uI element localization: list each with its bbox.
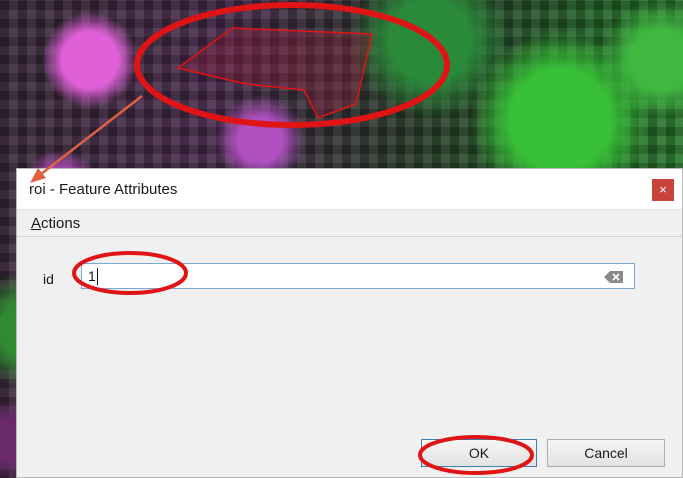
cancel-button[interactable]: Cancel bbox=[547, 439, 665, 467]
ok-button[interactable]: OK bbox=[421, 439, 537, 467]
clear-text-icon[interactable] bbox=[604, 271, 624, 283]
close-icon: × bbox=[659, 182, 667, 197]
dialog-titlebar[interactable]: roi - Feature Attributes × bbox=[17, 169, 682, 210]
text-caret bbox=[97, 268, 98, 285]
menu-actions[interactable]: Actions bbox=[31, 215, 80, 232]
close-button[interactable]: × bbox=[652, 179, 674, 201]
id-input[interactable]: 1 bbox=[81, 263, 635, 289]
menu-actions-accelerator: A bbox=[31, 215, 42, 232]
menu-bar: Actions bbox=[17, 210, 682, 237]
dialog-title: roi - Feature Attributes bbox=[29, 181, 178, 198]
id-input-value: 1 bbox=[88, 268, 96, 284]
menu-actions-label: ctions bbox=[41, 215, 81, 232]
id-field-label: id bbox=[43, 271, 54, 287]
feature-attributes-dialog: roi - Feature Attributes × Actions id 1 … bbox=[16, 168, 683, 478]
